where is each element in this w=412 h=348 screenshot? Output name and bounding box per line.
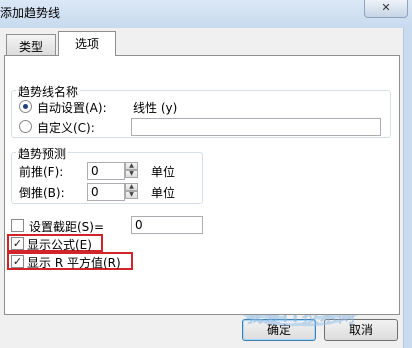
intercept-label: 设置截距(S)= [29, 220, 105, 234]
check-icon: ✓ [12, 255, 23, 268]
auto-name-value: 线性 (y) [133, 101, 178, 115]
intercept-input[interactable]: 0 [131, 216, 203, 234]
close-icon: ✕ [381, 1, 391, 14]
check-icon: ✓ [12, 237, 23, 250]
auto-name-radio[interactable] [19, 100, 32, 113]
custom-name-label: 自定义(C): [37, 121, 95, 135]
dialog-body: 类型 选项 趋势线名称 自动设置(A): 线性 (y) 自定义(C): 趋势预测… [0, 28, 404, 348]
show-equation-checkbox[interactable]: ✓ [11, 237, 24, 250]
ok-button[interactable]: 确定 [242, 319, 316, 341]
up-arrow-icon: ▲ [129, 162, 134, 169]
title-bar: 添加趋势线 ✕ [0, 0, 412, 28]
cancel-button[interactable]: 取消 [324, 319, 398, 341]
forward-spin-down[interactable]: ▼ [125, 170, 138, 178]
tab-options-label: 选项 [74, 37, 99, 51]
backward-unit: 单位 [151, 186, 176, 200]
backward-input[interactable]: 0 [87, 183, 125, 201]
close-button[interactable]: ✕ [364, 0, 408, 18]
backward-spin-up[interactable]: ▲ [125, 183, 138, 191]
show-r2-checkbox[interactable]: ✓ [11, 255, 24, 268]
options-panel: 趋势线名称 自动设置(A): 线性 (y) 自定义(C): 趋势预测 前推(F)… [4, 55, 400, 315]
show-r2-label: 显示 R 平方值(R) [27, 256, 121, 270]
tab-options[interactable]: 选项 [58, 31, 116, 56]
down-arrow-icon: ▼ [129, 170, 134, 177]
trendline-name-legend: 趋势线名称 [16, 83, 81, 100]
forward-label: 前推(F): [19, 165, 64, 179]
forecast-legend: 趋势预测 [16, 145, 69, 162]
custom-name-input[interactable] [131, 118, 381, 136]
window-title: 添加趋势线 [0, 6, 61, 20]
auto-name-label: 自动设置(A): [37, 101, 107, 115]
forward-input[interactable]: 0 [87, 162, 125, 180]
forward-unit: 单位 [151, 165, 176, 179]
show-equation-label: 显示公式(E) [27, 238, 92, 252]
tab-type[interactable]: 类型 [6, 34, 56, 55]
intercept-checkbox[interactable] [11, 219, 24, 232]
custom-name-radio[interactable] [19, 120, 32, 133]
backward-label: 倒推(B): [19, 186, 65, 200]
tab-type-label: 类型 [18, 40, 43, 54]
backward-spin-down[interactable]: ▼ [125, 191, 138, 199]
forward-spin-up[interactable]: ▲ [125, 162, 138, 170]
down-arrow-icon: ▼ [129, 191, 134, 198]
up-arrow-icon: ▲ [129, 183, 134, 190]
